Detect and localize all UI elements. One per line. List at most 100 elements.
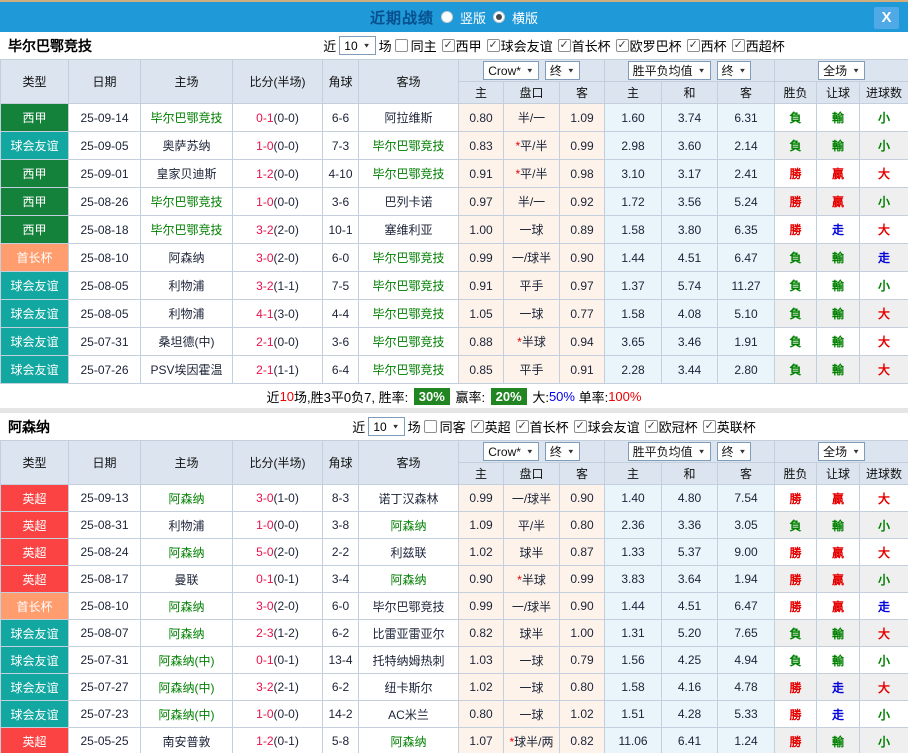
vertical-layout-radio[interactable] bbox=[440, 11, 453, 23]
chevron-down-icon: ▼ bbox=[738, 66, 747, 75]
final-avg-select[interactable]: 终 ▼ bbox=[716, 61, 752, 80]
league-checkbox[interactable]: ✓ bbox=[486, 39, 500, 52]
match-date: 25-09-01 bbox=[68, 159, 141, 188]
table-row: 西甲 25-09-14 毕尔巴鄂竞技 0-1(0-0) 6-6 阿拉维斯 0.80 半/一 1.… bbox=[0, 103, 908, 132]
league-checkbox[interactable]: ✓ bbox=[731, 39, 745, 52]
match-count-select[interactable]: 10 ▼ bbox=[339, 36, 376, 55]
sub-column-header: 主 bbox=[458, 462, 504, 485]
match-date: 25-08-26 bbox=[68, 187, 141, 216]
vertical-layout-label[interactable]: 竖版 bbox=[460, 8, 486, 27]
sub-column-header: 和 bbox=[661, 81, 719, 104]
league-checkbox[interactable]: ✓ bbox=[470, 420, 484, 433]
result-outcome: 勝 bbox=[774, 727, 818, 753]
table-row: 英超 25-08-24 阿森纳 5-0(2-0) 2-2 利兹联 1.02 球半 0.87 1.3… bbox=[0, 538, 908, 566]
away-team: 阿森纳 bbox=[358, 727, 459, 753]
result-handicap: 走 bbox=[816, 215, 861, 244]
league-checkbox[interactable]: ✓ bbox=[573, 420, 587, 433]
close-icon[interactable]: X bbox=[874, 7, 899, 29]
odds-source-select[interactable]: Crow* ▼ bbox=[483, 61, 539, 80]
halftime-score: (2-1) bbox=[273, 680, 299, 694]
corners: 6-0 bbox=[322, 592, 359, 620]
league-badge: 首长杯 bbox=[0, 243, 69, 272]
handicap-line: 平手 bbox=[503, 271, 560, 300]
handicap-text: 一球 bbox=[519, 653, 544, 668]
handicap-odds-away: 0.99 bbox=[558, 565, 606, 593]
handicap-line: 球半 bbox=[503, 619, 560, 647]
home-team: 阿森纳 bbox=[140, 484, 233, 512]
fulltime-score: 1-0 bbox=[256, 194, 274, 209]
corners: 3-8 bbox=[322, 511, 359, 539]
league-checkbox[interactable]: ✓ bbox=[557, 39, 571, 52]
handicap-text: 球半 bbox=[519, 626, 544, 641]
table-row: 英超 25-09-13 阿森纳 3-0(1-0) 8-3 诺丁汉森林 0.99 一/球半 0.9… bbox=[0, 484, 908, 512]
column-header: 比分(半场) bbox=[232, 440, 323, 485]
corners: 2-2 bbox=[322, 538, 359, 566]
wdl-average-select[interactable]: 胜平负均值 ▼ bbox=[627, 61, 711, 80]
league-checkbox[interactable]: ✓ bbox=[702, 420, 716, 433]
final-odds-select-label: 终 bbox=[549, 445, 562, 459]
table-row: 首长杯 25-08-10 阿森纳 3-0(2-0) 6-0 毕尔巴鄂竞技 0.99 一/球半 0… bbox=[0, 243, 908, 272]
handicap-odds-home: 1.09 bbox=[458, 511, 504, 539]
corners: 6-6 bbox=[322, 103, 359, 132]
horizontal-layout-radio[interactable] bbox=[493, 11, 505, 23]
fulltime-score: 5-0 bbox=[256, 545, 274, 559]
away-team: 毕尔巴鄂竞技 bbox=[358, 131, 459, 160]
fulltime-score: 1-0 bbox=[256, 707, 274, 721]
handicap-odds-home: 0.97 bbox=[458, 187, 504, 216]
wdl-average-select[interactable]: 胜平负均值 ▼ bbox=[627, 442, 711, 461]
away-team: 阿森纳 bbox=[358, 565, 459, 593]
handicap-odds-away: 0.90 bbox=[558, 484, 606, 512]
league-checkbox[interactable]: ✓ bbox=[441, 39, 455, 52]
corners: 4-4 bbox=[322, 299, 359, 328]
chevron-down-icon: ▼ bbox=[738, 447, 747, 456]
avg-odds-win: 11.06 bbox=[604, 727, 663, 753]
sub-column-header: 和 bbox=[661, 462, 719, 485]
away-team: 阿拉维斯 bbox=[358, 103, 459, 132]
league-checkbox[interactable]: ✓ bbox=[686, 39, 700, 52]
league-checkbox[interactable]: ✓ bbox=[644, 420, 658, 433]
final-odds-select[interactable]: 终 ▼ bbox=[544, 61, 580, 80]
handicap-line: 半/一 bbox=[503, 187, 560, 216]
halftime-score: (0-0) bbox=[273, 138, 299, 153]
away-team: 毕尔巴鄂竞技 bbox=[358, 355, 459, 384]
avg-odds-draw: 3.36 bbox=[661, 511, 719, 539]
league-checkbox[interactable]: ✓ bbox=[615, 39, 629, 52]
league-checkbox[interactable]: ✓ bbox=[515, 420, 529, 433]
result-outcome: 勝 bbox=[774, 187, 818, 216]
table-row: 西甲 25-08-18 毕尔巴鄂竞技 3-2(2-0) 10-1 塞维利亚 1.00 一球 0.… bbox=[0, 215, 908, 244]
handicap-text: 一球 bbox=[519, 307, 544, 321]
avg-odds-loss: 5.24 bbox=[717, 187, 776, 216]
odds-source-select[interactable]: Crow* ▼ bbox=[483, 442, 539, 461]
score: 4-1(3-0) bbox=[232, 299, 323, 328]
match-date: 25-07-23 bbox=[68, 700, 141, 728]
match-date: 25-07-26 bbox=[68, 355, 141, 384]
sub-column-header: 客 bbox=[558, 462, 606, 485]
sub-column-header: 主 bbox=[458, 81, 504, 104]
match-count-select[interactable]: 10 ▼ bbox=[368, 417, 405, 436]
fulltime-score: 0-1 bbox=[256, 572, 274, 586]
result-handicap: 贏 bbox=[816, 187, 861, 216]
avg-odds-loss: 5.33 bbox=[717, 700, 776, 728]
table-row: 英超 25-08-17 曼联 0-1(0-1) 3-4 阿森纳 0.90 *半球 0.99 3.8… bbox=[0, 565, 908, 593]
handicap-text: 一球 bbox=[519, 707, 544, 722]
corners: 6-4 bbox=[322, 355, 359, 384]
column-header: 类型 bbox=[0, 59, 69, 104]
result-outcome: 勝 bbox=[774, 159, 818, 188]
section-header: 阿森纳近 10 ▼ 场同客 ✓ 英超 ✓ 首长杯 ✓ 球会友谊 ✓ 欧冠杯 ✓ 英联杯 bbox=[0, 413, 908, 440]
league-badge: 首长杯 bbox=[0, 592, 69, 620]
handicap-odds-away: 0.90 bbox=[558, 592, 606, 620]
league-badge: 球会友谊 bbox=[0, 271, 69, 300]
final-avg-select[interactable]: 终 ▼ bbox=[716, 442, 752, 461]
same-venue-checkbox[interactable] bbox=[394, 39, 408, 52]
avg-odds-win: 1.51 bbox=[604, 700, 663, 728]
corners: 7-5 bbox=[322, 271, 359, 300]
score: 0-1(0-1) bbox=[232, 565, 323, 593]
avg-odds-draw: 4.25 bbox=[661, 646, 719, 674]
avg-odds-draw: 3.60 bbox=[661, 131, 719, 160]
handicap-odds-away: 0.90 bbox=[558, 243, 606, 272]
full-match-select[interactable]: 全场 ▼ bbox=[818, 61, 866, 80]
final-odds-select[interactable]: 终 ▼ bbox=[544, 442, 580, 461]
same-venue-checkbox[interactable] bbox=[423, 420, 437, 433]
horizontal-layout-label[interactable]: 横版 bbox=[512, 8, 538, 27]
full-match-select[interactable]: 全场 ▼ bbox=[818, 442, 866, 461]
